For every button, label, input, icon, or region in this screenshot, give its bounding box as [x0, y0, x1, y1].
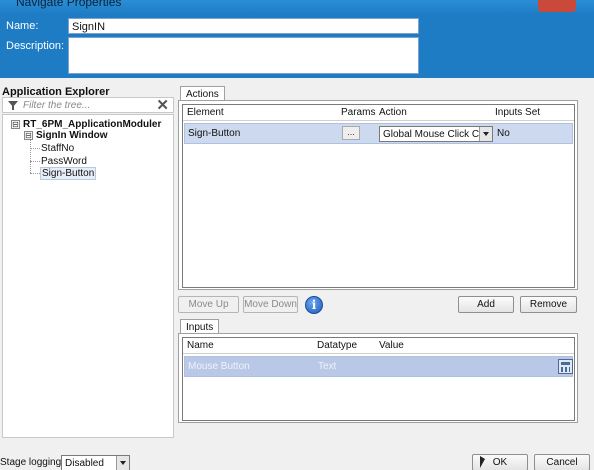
chevron-down-icon[interactable] [116, 456, 129, 470]
inputs-panel: Name Datatype Value Mouse Button Text [178, 333, 578, 423]
application-tree[interactable]: ⊟ RT_6PM_ApplicationModuler ⊟ SignIn Windo… [2, 114, 174, 438]
info-icon[interactable]: i [305, 296, 323, 314]
name-label: Name: [6, 20, 39, 32]
expression-editor-icon[interactable] [558, 359, 573, 374]
column-value: Value [379, 340, 404, 351]
description-field[interactable] [68, 37, 419, 74]
chevron-down-icon[interactable] [479, 127, 492, 141]
move-down-button[interactable]: Move Down [243, 296, 298, 313]
tree-filter-input[interactable]: Filter the tree... ✕ [2, 96, 174, 114]
action-dropdown[interactable]: Global Mouse Click Cen [379, 126, 493, 142]
move-up-button[interactable]: Move Up [178, 296, 239, 313]
header-panel: Name: SignIN Description: [0, 14, 594, 78]
description-label: Description: [6, 40, 65, 52]
params-button[interactable]: ... [342, 126, 360, 140]
tree-node-password[interactable]: PassWord [41, 156, 87, 167]
table-row[interactable]: Sign-Button ... Global Mouse Click Cen N… [184, 123, 573, 144]
column-inputs-set: Inputs Set [495, 107, 541, 118]
window-title: Navigate Properties [16, 0, 122, 9]
tree-node-window[interactable]: ⊟ SignIn Window [24, 130, 108, 141]
column-params: Params [341, 107, 376, 118]
filter-placeholder: Filter the tree... [23, 100, 91, 111]
add-button[interactable]: Add [458, 296, 514, 313]
actions-grid: Element Params Action Inputs Set Sign-Bu… [182, 104, 575, 288]
tree-node-application[interactable]: ⊟ RT_6PM_ApplicationModuler [11, 119, 161, 130]
stage-logging-dropdown[interactable]: Disabled [61, 455, 130, 470]
inputs-grid-header: Name Datatype Value [183, 338, 574, 354]
inputs-grid: Name Datatype Value Mouse Button Text [182, 337, 575, 421]
input-datatype-cell: Text [318, 361, 337, 372]
collapse-icon[interactable]: ⊟ [24, 130, 33, 140]
action-dropdown-value: Global Mouse Click Cen [383, 129, 491, 140]
tree-node-staffno[interactable]: StaffNo [41, 143, 74, 154]
name-field[interactable]: SignIN [68, 18, 419, 34]
tree-node-sign-button[interactable]: Sign-Button [40, 167, 97, 180]
remove-button[interactable]: Remove [520, 296, 577, 313]
actions-grid-header: Element Params Action Inputs Set [183, 105, 574, 121]
column-name: Name [187, 340, 214, 351]
collapse-icon[interactable]: ⊟ [11, 119, 20, 129]
table-row[interactable]: Mouse Button Text [184, 356, 573, 377]
stage-logging-value: Disabled [65, 458, 104, 469]
input-name-cell: Mouse Button [188, 361, 250, 372]
column-datatype: Datatype [317, 340, 358, 351]
cancel-button[interactable]: Cancel [534, 454, 590, 470]
mouse-cursor-icon [480, 456, 485, 468]
window-titlebar: Navigate Properties [0, 0, 594, 14]
stage-logging-label: Stage logging: [0, 457, 64, 468]
close-window-button[interactable] [538, 0, 576, 12]
element-cell: Sign-Button [188, 128, 241, 139]
clear-filter-icon[interactable]: ✕ [156, 96, 169, 114]
column-element: Element [187, 107, 224, 118]
inputs-set-cell: No [497, 128, 510, 139]
column-action: Action [379, 107, 407, 118]
actions-panel: Element Params Action Inputs Set Sign-Bu… [178, 100, 578, 290]
